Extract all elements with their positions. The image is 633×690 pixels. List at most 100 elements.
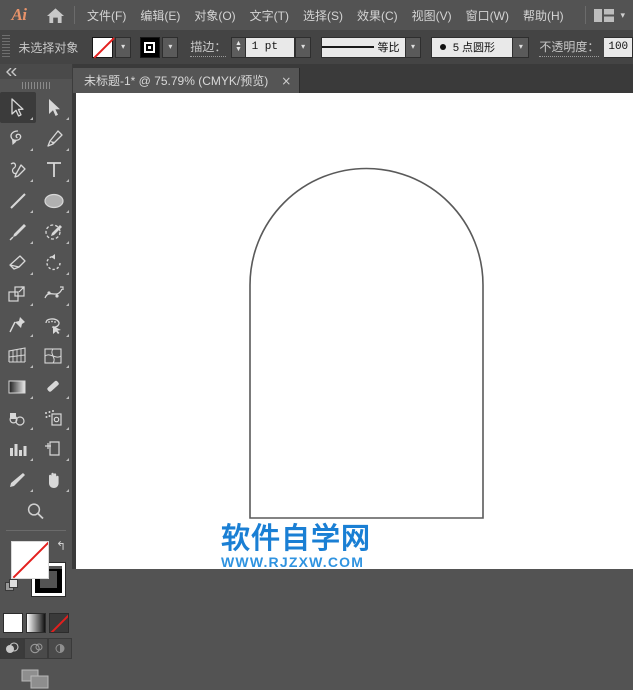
column-graph-tool[interactable] — [0, 433, 36, 464]
curvature-pen-icon — [10, 161, 26, 178]
stroke-color-swatch[interactable] — [139, 36, 161, 58]
fill-stroke-controls: ↰ — [0, 535, 72, 609]
eraser-tool[interactable] — [0, 247, 36, 278]
fill-color-swatch[interactable] — [92, 36, 114, 58]
menu-file[interactable]: 文件(F) — [80, 0, 133, 30]
swap-fill-stroke-icon[interactable]: ↰ — [56, 539, 66, 553]
stroke-weight-label[interactable]: 描边： — [190, 38, 227, 57]
arch-path[interactable] — [76, 93, 633, 569]
selection-tool[interactable] — [0, 92, 36, 123]
chevron-down-icon: ▾ — [121, 42, 126, 51]
brush-definition-select[interactable]: 5 点圆形 — [430, 36, 514, 58]
fill-color-box[interactable] — [11, 541, 49, 579]
width-profile-value: 等比 — [377, 42, 400, 54]
paintbrush-icon — [9, 223, 26, 240]
width-profile-dropdown-button[interactable]: ▾ — [405, 36, 422, 58]
hand-tool[interactable] — [36, 464, 72, 495]
brush-definition-dropdown-button[interactable]: ▾ — [513, 36, 530, 58]
draw-mode-bar — [0, 638, 72, 659]
mesh-tool[interactable] — [36, 340, 72, 371]
change-screen-mode-button[interactable] — [0, 668, 72, 690]
workspace-divider — [585, 6, 587, 24]
color-mode-button[interactable] — [3, 613, 23, 633]
free-transform-tool[interactable] — [0, 309, 36, 340]
close-icon[interactable]: × — [281, 75, 291, 87]
curvature-tool[interactable] — [0, 154, 36, 185]
perspective-grid-tool[interactable] — [0, 340, 36, 371]
width-profile-preview-icon — [321, 46, 374, 48]
color-mode-bar — [0, 613, 72, 633]
gradient-tool[interactable] — [0, 371, 36, 402]
document-tab[interactable]: 未标题-1* @ 75.79% (CMYK/预览) × — [72, 68, 301, 93]
document-tab-title: 未标题-1* @ 75.79% (CMYK/预览) — [84, 74, 269, 88]
menu-window[interactable]: 窗口(W) — [459, 0, 516, 30]
lasso-tool[interactable] — [0, 123, 36, 154]
column-graph-icon — [10, 443, 27, 456]
stroke-weight-input[interactable]: 1 pt — [245, 36, 296, 58]
symbol-sprayer-tool[interactable] — [36, 402, 72, 433]
home-icon[interactable] — [38, 0, 72, 30]
direct-selection-tool[interactable] — [36, 92, 72, 123]
toolbar-divider — [6, 530, 66, 531]
menu-effect[interactable]: 效果(C) — [350, 0, 405, 30]
none-mode-button[interactable] — [49, 613, 69, 633]
canvas-area[interactable]: 软件自学网 WWW.RJZXW.COM — [72, 93, 633, 569]
rotate-tool[interactable] — [36, 247, 72, 278]
blend-tool[interactable] — [0, 402, 36, 433]
workspace-switcher-icon[interactable] — [594, 8, 615, 23]
menu-edit[interactable]: 编辑(E) — [133, 0, 187, 30]
stroke-dropdown-button[interactable]: ▾ — [162, 36, 179, 58]
menu-object[interactable]: 对象(O) — [187, 0, 242, 30]
pen-nib-icon — [47, 129, 63, 147]
toolbar-grip[interactable] — [0, 79, 72, 92]
menu-select[interactable]: 选择(S) — [296, 0, 350, 30]
control-bar-grip[interactable] — [2, 35, 11, 59]
eyedropper-icon — [47, 380, 59, 392]
draw-inside-button[interactable] — [48, 638, 72, 659]
perspective-grid-icon — [8, 346, 26, 363]
width-profile-select[interactable]: 等比 — [320, 36, 406, 58]
shaper-tool[interactable] — [36, 216, 72, 247]
slice-tool[interactable] — [0, 464, 36, 495]
pen-tool[interactable] — [36, 123, 72, 154]
type-tool[interactable] — [36, 154, 72, 185]
workspace-chevron-down-icon[interactable]: ▾ — [620, 10, 625, 21]
zoom-tool[interactable] — [0, 495, 72, 526]
eyedropper-tool[interactable] — [36, 371, 72, 402]
home-glyph — [46, 7, 64, 23]
selection-arrow-icon — [11, 97, 24, 117]
ellipse-tool[interactable] — [36, 185, 72, 216]
menu-type[interactable]: 文字(T) — [243, 0, 296, 30]
document-tab-strip: 未标题-1* @ 75.79% (CMYK/预览) × — [72, 64, 633, 93]
width-tool[interactable] — [36, 278, 72, 309]
paintbrush-tool[interactable] — [0, 216, 36, 247]
default-fill-stroke-icon[interactable] — [5, 579, 19, 592]
draw-normal-icon — [6, 642, 19, 653]
scale-tool[interactable] — [0, 278, 36, 309]
opacity-label[interactable]: 不透明度： — [539, 38, 600, 57]
double-chevron-left-icon — [6, 67, 17, 76]
pushpin-icon — [9, 316, 25, 332]
rotate-icon — [46, 253, 61, 270]
menu-divider — [74, 6, 75, 24]
change-screen-mode-icon — [21, 669, 49, 689]
symbol-sprayer-icon — [45, 409, 62, 426]
opacity-input[interactable]: 100 — [604, 36, 633, 58]
menu-view[interactable]: 视图(V) — [405, 0, 459, 30]
stroke-weight-dropdown-button[interactable]: ▾ — [295, 36, 312, 58]
workspace-area: ▾ — [585, 0, 633, 30]
artboard[interactable]: 软件自学网 WWW.RJZXW.COM — [76, 93, 633, 569]
fill-dropdown-button[interactable]: ▾ — [115, 36, 132, 58]
stroke-weight-stepper[interactable]: ▲ ▼ — [231, 36, 246, 58]
menu-help[interactable]: 帮助(H) — [516, 0, 571, 30]
shape-builder-icon — [45, 317, 61, 334]
draw-inside-icon — [55, 644, 65, 653]
lasso-icon — [10, 129, 22, 145]
artboard-tool[interactable] — [36, 433, 72, 464]
line-segment-tool[interactable] — [0, 185, 36, 216]
draw-normal-button[interactable] — [0, 638, 24, 659]
draw-behind-button[interactable] — [24, 638, 48, 659]
shape-builder-tool[interactable] — [36, 309, 72, 340]
gradient-mode-button[interactable] — [26, 613, 46, 633]
toolbar-collapse-button[interactable] — [0, 64, 72, 79]
